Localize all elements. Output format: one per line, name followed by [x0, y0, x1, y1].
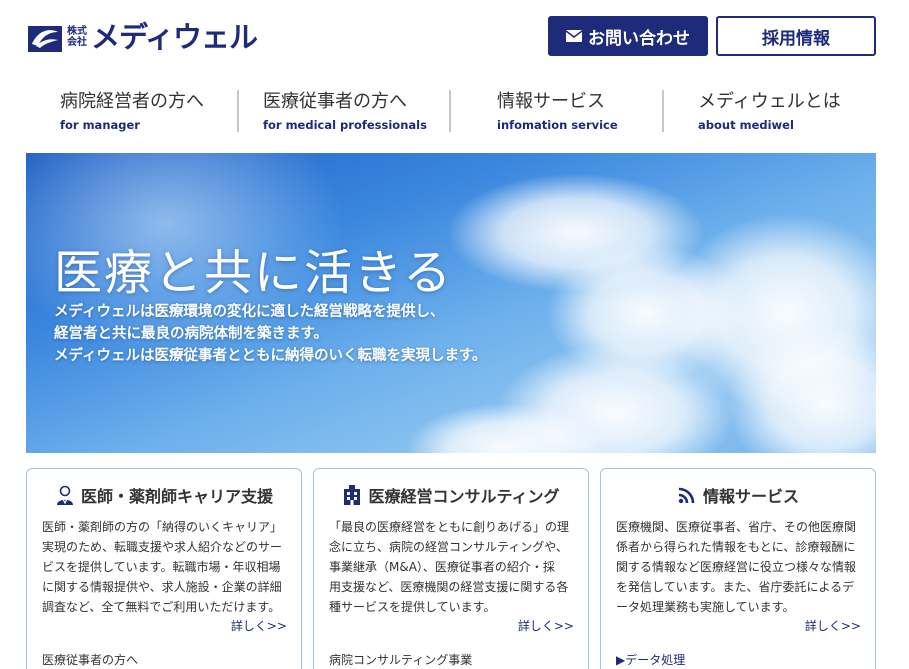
card-sub-link[interactable]: 医療従事者の方へ [42, 651, 138, 668]
nav-label-jp: 情報サービス [497, 91, 605, 112]
card-line: 念に立ち、病院の経営コンサルティングや、 [329, 540, 568, 554]
logo-mark-icon [28, 26, 62, 52]
hero-title: 医療と共に活きる [54, 245, 454, 301]
card-line: 用支援など、医療機関の経営支援に関する各 [329, 580, 569, 594]
nav-item-about[interactable]: メディウェルとは about mediwel [698, 88, 841, 134]
card-line: 関する情報など医療経営に役立つ様々な情報 [616, 560, 857, 574]
nav-divider [237, 90, 239, 132]
building-icon [344, 485, 361, 505]
card-line: 「最良の医療経営をともに創りあげる」の理 [329, 520, 570, 534]
card-body: 医療機関、医療従事者、省庁、その他医療関 係者から得られた情報をもとに、診療報酬… [616, 517, 866, 617]
card-line: 種サービスを提供しています。 [329, 600, 496, 614]
contact-label: お問い合わせ [588, 28, 690, 49]
card-title: 情報サービス [601, 483, 875, 507]
hero-description: メディウェルは医療環境の変化に適した経営戦略を提供し、 経営者と共に最良の病院体… [54, 301, 487, 367]
card-title-text: 医療経営コンサルティング [368, 487, 560, 506]
card-information-service: 情報サービス 医療機関、医療従事者、省庁、その他医療関 係者から得られた情報をも… [600, 468, 876, 669]
card-line: 事業継承（M&A）、医療従事者の紹介・採 [329, 560, 555, 574]
card-title-text: 情報サービス [702, 487, 799, 506]
card-line: 係者から得られた情報をもとに、診療報酬に [616, 540, 856, 554]
doctor-icon [56, 485, 73, 505]
nav-divider [662, 90, 664, 132]
card-body: 「最良の医療経営をともに創りあげる」の理 念に立ち、病院の経営コンサルティングや… [329, 517, 579, 617]
card-title: 医療経営コンサルティング [314, 483, 588, 507]
nav-item-medical-professionals[interactable]: 医療従事者の方へ for medical professionals [263, 88, 427, 134]
recruit-label: 採用情報 [762, 28, 830, 49]
card-title-text: 医師・薬剤師キャリア支援 [80, 487, 273, 506]
card-line: ータ処理業務も実施しています。 [616, 600, 795, 614]
main-nav: 病院経営者の方へ for manager 医療従事者の方へ for medica… [28, 88, 876, 134]
company-logo[interactable]: 株式 会社 メディウェル [28, 20, 258, 54]
hero-banner: 医療と共に活きる メディウェルは医療環境の変化に適した経営戦略を提供し、 経営者… [26, 153, 876, 453]
hero-line: 経営者と共に最良の病院体制を築きます。 [54, 325, 329, 342]
hero-line: メディウェルは医療従事者とともに納得のいく転職を実現します。 [54, 347, 487, 364]
nav-label-jp: 医療従事者の方へ [263, 91, 407, 112]
card-body: 医師・薬剤師の方の「納得のいくキャリア」 実現のため、転職支援や求人紹介などのサ… [42, 517, 292, 617]
nav-label-jp: メディウェルとは [698, 91, 841, 112]
logo-kabushiki: 株式 会社 [67, 26, 87, 48]
signal-icon [678, 487, 695, 504]
card-line: 調査など、全て無料でご利用いただけます。 [42, 600, 281, 614]
card-line: ビスを提供しています。転職市場・年収相場 [42, 560, 281, 574]
card-consulting: 医療経営コンサルティング 「最良の医療経営をともに創りあげる」の理 念に立ち、病… [313, 468, 589, 669]
nav-label-jp: 病院経営者の方へ [60, 91, 204, 112]
data-processing-link[interactable]: ▶データ処理 [616, 651, 685, 668]
logo-kabu-bottom: 会社 [67, 37, 87, 48]
card-sub-link[interactable]: 病院コンサルティング事業 [329, 651, 472, 668]
nav-divider [449, 90, 451, 132]
nav-label-en: infomation service [497, 118, 618, 132]
nav-label-en: about mediwel [698, 118, 794, 132]
card-line: 医師・薬剤師の方の「納得のいくキャリア」 [42, 520, 283, 534]
card-title: 医師・薬剤師キャリア支援 [27, 483, 301, 507]
more-link[interactable]: 詳しく>> [518, 617, 574, 634]
card-career-support: 医師・薬剤師キャリア支援 医師・薬剤師の方の「納得のいくキャリア」 実現のため、… [26, 468, 302, 669]
more-link[interactable]: 詳しく>> [805, 617, 861, 634]
hero-line: メディウェルは医療環境の変化に適した経営戦略を提供し、 [54, 303, 445, 320]
card-line: に関する情報提供や、求人施設・企業の詳細 [42, 580, 282, 594]
site-header: 株式 会社 メディウェル お問い合わせ 採用情報 [0, 0, 909, 76]
logo-name: メディウェル [91, 20, 258, 54]
nav-label-en: for medical professionals [263, 118, 427, 132]
logo-kabu-top: 株式 [67, 26, 87, 37]
recruit-button[interactable]: 採用情報 [716, 16, 876, 56]
nav-item-manager[interactable]: 病院経営者の方へ for manager [60, 88, 204, 134]
card-line: 実現のため、転職支援や求人紹介などのサー [42, 540, 283, 554]
card-line: を発信しています。また、省庁委託によるデ [616, 580, 855, 594]
nav-label-en: for manager [60, 118, 140, 132]
more-link[interactable]: 詳しく>> [231, 617, 287, 634]
mail-icon [566, 30, 582, 42]
contact-button[interactable]: お問い合わせ [548, 16, 708, 56]
nav-item-information-service[interactable]: 情報サービス infomation service [497, 88, 618, 134]
card-line: 医療機関、医療従事者、省庁、その他医療関 [616, 520, 857, 534]
